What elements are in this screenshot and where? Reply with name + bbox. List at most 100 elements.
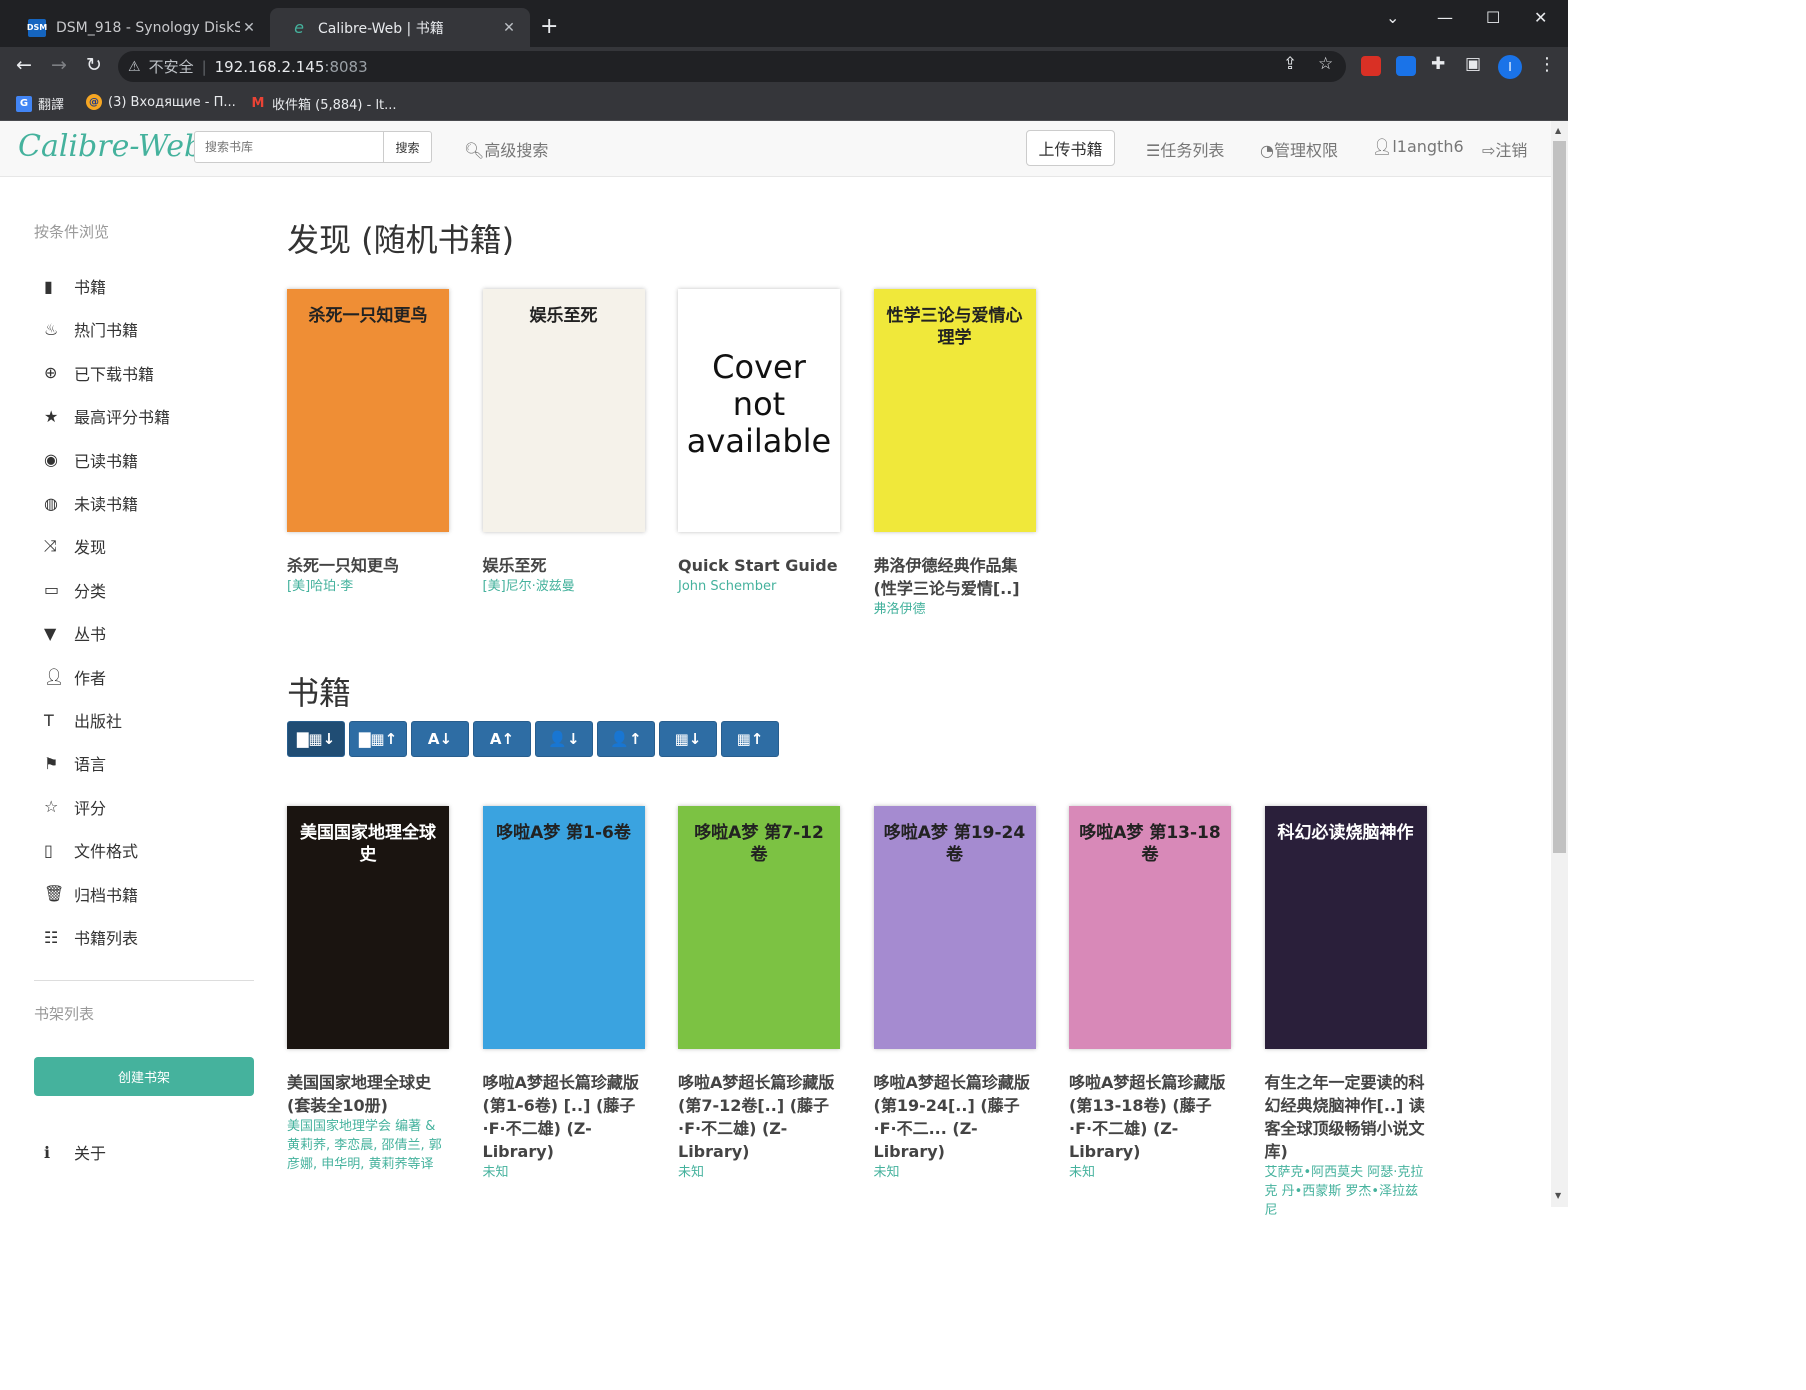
bookmark-translate[interactable]: G 翻譯: [16, 94, 64, 113]
admin-link[interactable]: ◔管理权限: [1260, 137, 1338, 161]
sort-pubdate-new-button[interactable]: ▦↓: [659, 721, 717, 757]
close-icon[interactable]: ✕: [240, 20, 258, 36]
create-shelf-button[interactable]: 创建书架: [34, 1057, 254, 1096]
reload-icon[interactable]: ↻: [86, 54, 102, 76]
sidebar-item-download[interactable]: ⊕ 已下载书籍: [44, 361, 154, 385]
tab-dsm[interactable]: DSM DSM_918 - Synology DiskStati ✕: [8, 8, 270, 47]
bookmark-star-icon[interactable]: ☆: [1318, 54, 1333, 74]
sidebar-item-star-empty[interactable]: ☆ 评分: [44, 795, 106, 819]
book-cover[interactable]: 娱乐至死: [482, 289, 645, 532]
sort-author-za-button[interactable]: 👤↑: [597, 721, 655, 757]
sort-title-za-button[interactable]: A↑: [473, 721, 531, 757]
book-cover[interactable]: 科幻必读烧脑神作: [1264, 806, 1427, 1049]
sidebar-item-inbox[interactable]: ▭ 分类: [44, 578, 106, 602]
bookmark-mail-ru[interactable]: @ (3) Входящие - П...: [86, 94, 236, 110]
sidebar-item-trash[interactable]: 🗑︎ 归档书籍: [44, 882, 138, 906]
sort-oldest-button[interactable]: ▇▦↑: [349, 721, 407, 757]
extensions-puzzle-icon[interactable]: ✚: [1431, 54, 1445, 74]
close-icon[interactable]: ✕: [500, 20, 518, 36]
book-title[interactable]: 娱乐至死: [483, 554, 648, 577]
tab-search-icon[interactable]: ⌄: [1386, 8, 1399, 27]
book-author[interactable]: 艾萨克•阿西莫夫 阿瑟·克拉克 丹•西蒙斯 罗杰•泽拉兹尼: [1265, 1163, 1425, 1220]
sort-title-az-button[interactable]: A↓: [411, 721, 469, 757]
book-cover[interactable]: 美国国家地理全球史: [287, 806, 449, 1049]
advanced-search-link[interactable]: 🔍︎高级搜索: [464, 137, 548, 161]
scrollbar-thumb[interactable]: [1553, 141, 1566, 853]
book-card[interactable]: 哆啦A梦 第1-6卷哆啦A梦超长篇珍藏版(第1-6卷) [..] (藤子·F·不…: [482, 806, 658, 1182]
sidebar-item-eye[interactable]: ◉ 已读书籍: [44, 448, 138, 472]
sort-newest-button[interactable]: ▇▦↓: [287, 721, 345, 757]
search-button[interactable]: 搜索: [383, 131, 432, 163]
book-cover[interactable]: 性学三论与爱情心理学: [873, 289, 1036, 532]
sidebar-item-random[interactable]: ⤨ 发现: [44, 534, 106, 558]
book-card[interactable]: 哆啦A梦 第13-18卷哆啦A梦超长篇珍藏版(第13-18卷) (藤子·F·不二…: [1069, 806, 1244, 1182]
book-card[interactable]: 性学三论与爱情心理学弗洛伊德经典作品集(性学三论与爱情[..] 弗洛伊德: [873, 289, 1049, 619]
sidebar-item-eye-slash[interactable]: ◍ 未读书籍: [44, 491, 138, 515]
book-author[interactable]: John Schember: [678, 577, 838, 596]
sidebar-item-star[interactable]: ★ 最高评分书籍: [44, 404, 170, 428]
book-title[interactable]: Quick Start Guide: [678, 554, 843, 577]
sidebar-item-list[interactable]: ☷ 书籍列表: [44, 925, 138, 949]
book-author[interactable]: [美]哈珀·李: [287, 577, 447, 596]
book-title[interactable]: 哆啦A梦超长篇珍藏版(第7-12卷[..] (藤子·F·不二雄) (Z-Libr…: [678, 1071, 843, 1163]
book-card[interactable]: 哆啦A梦 第7-12卷哆啦A梦超长篇珍藏版(第7-12卷[..] (藤子·F·不…: [678, 806, 853, 1182]
book-title[interactable]: 有生之年一定要读的科幻经典烧脑神作[..] 读客全球顶级畅销小说文库): [1265, 1071, 1430, 1163]
book-author[interactable]: 弗洛伊德: [874, 600, 1034, 619]
page-scrollbar[interactable]: ▲ ▼: [1551, 121, 1568, 1207]
book-card[interactable]: 杀死一只知更鸟 杀死一只知更鸟 [美]哈珀·李: [287, 289, 462, 596]
book-author[interactable]: 美国国家地理学会 编著 & 黄莉荞, 李恋晨, 邵倩兰, 郭彦娜, 申华明, 黄…: [287, 1117, 447, 1174]
book-card[interactable]: Cover not available Quick Start Guide John…: [678, 289, 853, 596]
bookmark-gmail[interactable]: M 收件箱 (5,884) - lt...: [250, 94, 397, 113]
book-title[interactable]: 杀死一只知更鸟: [287, 554, 452, 577]
book-cover[interactable]: 哆啦A梦 第19-24卷: [873, 806, 1036, 1049]
extension-red-icon[interactable]: [1361, 56, 1381, 76]
maximize-icon[interactable]: ☐: [1486, 8, 1500, 27]
tasks-link[interactable]: ☰任务列表: [1146, 137, 1224, 161]
window-close-icon[interactable]: ✕: [1534, 8, 1547, 27]
book-author[interactable]: 未知: [874, 1163, 1034, 1182]
sidebar-item-user[interactable]: 👤︎ 作者: [44, 665, 106, 689]
book-title[interactable]: 美国国家地理全球史(套装全10册): [287, 1071, 452, 1117]
book-author[interactable]: 未知: [1069, 1163, 1229, 1182]
search-input[interactable]: [194, 131, 384, 163]
forward-icon[interactable]: →: [51, 54, 67, 76]
book-card[interactable]: 娱乐至死 娱乐至死 [美]尼尔·波兹曼: [482, 289, 658, 596]
warning-icon[interactable]: ⚠: [128, 59, 141, 75]
tab-calibre[interactable]: e Calibre-Web | 书籍 ✕: [270, 8, 530, 47]
sidebar-item-flag[interactable]: ⚑ 语言: [44, 751, 106, 775]
book-author[interactable]: 未知: [678, 1163, 838, 1182]
book-title[interactable]: 哆啦A梦超长篇珍藏版(第19-24[..] (藤子·F·不二... (Z-Lib…: [874, 1071, 1039, 1163]
sort-pubdate-old-button[interactable]: ▦↑: [721, 721, 779, 757]
extension-blue-icon[interactable]: [1396, 56, 1416, 76]
profile-avatar[interactable]: I: [1498, 55, 1522, 79]
book-cover[interactable]: 杀死一只知更鸟: [287, 289, 449, 532]
book-card[interactable]: 哆啦A梦 第19-24卷哆啦A梦超长篇珍藏版(第19-24[..] (藤子·F·…: [873, 806, 1049, 1182]
back-icon[interactable]: ←: [16, 54, 32, 76]
book-cover[interactable]: 哆啦A梦 第7-12卷: [678, 806, 840, 1049]
sort-author-az-button[interactable]: 👤↓: [535, 721, 593, 757]
logout-link[interactable]: ⇨注销: [1482, 137, 1527, 161]
upload-button[interactable]: 上传书籍: [1026, 130, 1115, 166]
side-panel-icon[interactable]: ▣: [1465, 54, 1481, 74]
sidebar-item-text-size[interactable]: T 出版社: [44, 708, 122, 732]
address-bar[interactable]: ⚠ 不安全 | 192.168.2.145:8083: [118, 51, 1346, 82]
book-author[interactable]: [美]尼尔·波兹曼: [483, 577, 643, 596]
book-cover[interactable]: 哆啦A梦 第1-6卷: [482, 806, 645, 1049]
new-tab-icon[interactable]: +: [540, 14, 558, 39]
share-icon[interactable]: ⇪: [1283, 54, 1297, 74]
sidebar-item-book[interactable]: ▮ 书籍: [44, 274, 106, 298]
book-card[interactable]: 科幻必读烧脑神作有生之年一定要读的科幻经典烧脑神作[..] 读客全球顶级畅销小说…: [1264, 806, 1440, 1220]
sidebar-item-file[interactable]: ▯ 文件格式: [44, 838, 138, 862]
book-cover[interactable]: 哆啦A梦 第13-18卷: [1069, 806, 1231, 1049]
scroll-up-icon[interactable]: ▲: [1555, 126, 1561, 135]
book-title[interactable]: 哆啦A梦超长篇珍藏版(第1-6卷) [..] (藤子·F·不二雄) (Z-Lib…: [483, 1071, 648, 1163]
book-title[interactable]: 哆啦A梦超长篇珍藏版(第13-18卷) (藤子·F·不二雄) (Z-Librar…: [1069, 1071, 1234, 1163]
book-title[interactable]: 弗洛伊德经典作品集(性学三论与爱情[..]: [874, 554, 1039, 600]
book-cover[interactable]: Cover not available: [678, 289, 840, 532]
sidebar-item-fire[interactable]: ♨ 热门书籍: [44, 317, 138, 341]
book-card[interactable]: 美国国家地理全球史美国国家地理全球史(套装全10册) 美国国家地理学会 编著 & …: [287, 806, 462, 1174]
calibre-web-logo[interactable]: Calibre-Web: [18, 129, 203, 164]
browser-menu-icon[interactable]: ⋮: [1538, 54, 1556, 75]
user-link[interactable]: 👤︎l1angth6: [1372, 137, 1464, 156]
sidebar-item-about[interactable]: ℹ 关于: [44, 1140, 106, 1164]
